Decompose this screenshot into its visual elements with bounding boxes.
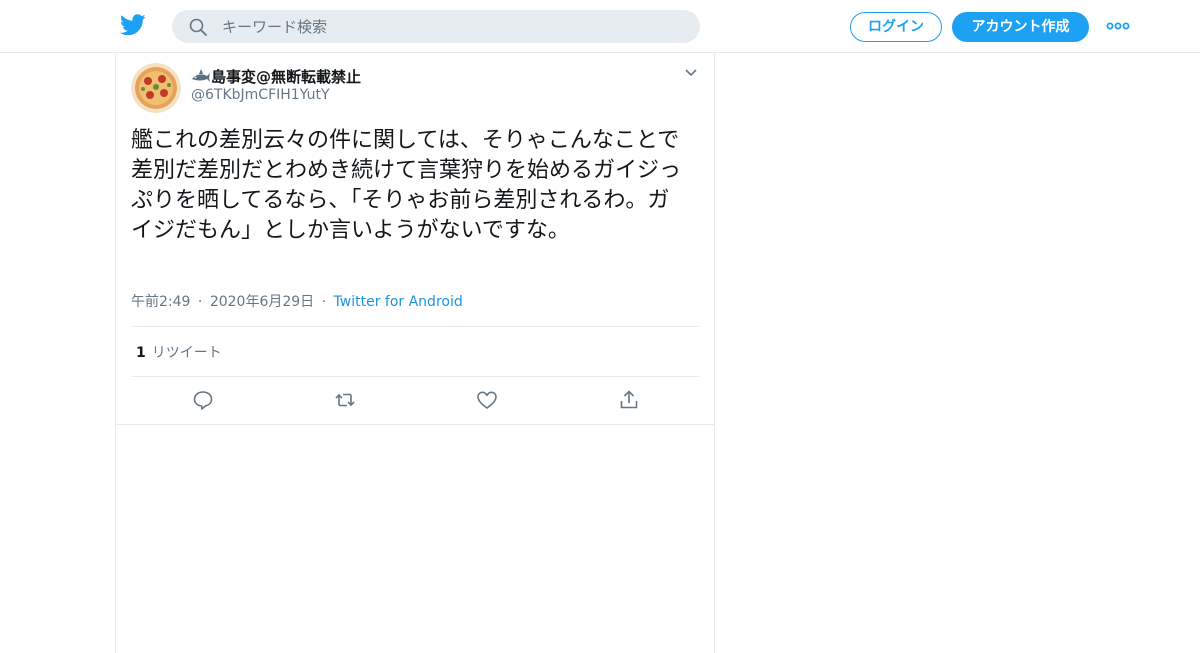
retweet-icon[interactable]: [334, 389, 356, 411]
divider: [131, 326, 699, 327]
search-input[interactable]: [222, 10, 682, 43]
reply-icon[interactable]: [192, 389, 214, 411]
meta-separator: ·: [197, 294, 203, 310]
author-display-name[interactable]: 島事変@無断転載禁止: [191, 66, 361, 87]
retweet-count: 1: [136, 345, 146, 361]
author-handle[interactable]: @6TKbJmCFIH1YutY: [191, 87, 330, 103]
avatar-image: [131, 63, 181, 113]
login-button[interactable]: ログイン: [850, 12, 942, 42]
top-navigation-bar: ログイン アカウント作成: [0, 0, 1200, 53]
more-dots-icon[interactable]: [1106, 18, 1130, 34]
search-box[interactable]: [172, 10, 700, 43]
tweet-source-link[interactable]: Twitter for Android: [334, 294, 463, 310]
tweet-actions-bar: [116, 377, 714, 425]
pizza-avatar[interactable]: [131, 63, 181, 113]
signup-button[interactable]: アカウント作成: [952, 12, 1089, 42]
author-name-text: 島事変@無断転載禁止: [211, 68, 362, 86]
tweet-stats[interactable]: 1 リツイート: [136, 342, 222, 362]
like-icon[interactable]: [476, 389, 498, 411]
shark-emoji-icon: [192, 69, 210, 82]
tweet-metadata: 午前2:49 · 2020年6月29日 · Twitter for Androi…: [131, 291, 463, 311]
retweet-label: リツイート: [151, 345, 222, 361]
tweet-date[interactable]: 2020年6月29日: [210, 294, 314, 310]
tweet-time[interactable]: 午前2:49: [131, 294, 190, 310]
tweet-column: 島事変@無断転載禁止 @6TKbJmCFIH1YutY 艦これの差別云々の件に関…: [115, 53, 715, 653]
share-icon[interactable]: [618, 389, 640, 411]
search-icon: [189, 18, 207, 36]
twitter-bird-icon[interactable]: [120, 14, 146, 36]
chevron-down-icon[interactable]: [684, 68, 698, 78]
tweet-text: 艦これの差別云々の件に関しては、そりゃこんなことで差別だ差別だとわめき続けて言葉…: [131, 128, 682, 243]
meta-separator: ·: [321, 294, 327, 310]
